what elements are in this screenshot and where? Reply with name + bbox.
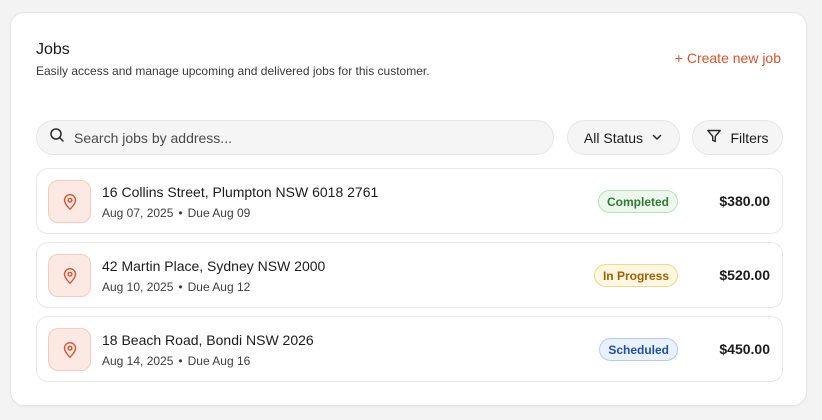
date-separator: • xyxy=(178,206,183,220)
status-badge: Scheduled xyxy=(599,338,678,361)
status-badge: Completed xyxy=(597,190,678,213)
filters-label: Filters xyxy=(730,129,769,146)
date-separator: • xyxy=(178,280,183,294)
job-amount: $450.00 xyxy=(719,341,770,357)
page-subtitle: Easily access and manage upcoming and de… xyxy=(36,64,430,78)
job-amount: $380.00 xyxy=(719,193,770,209)
job-due-date: Due Aug 16 xyxy=(187,354,251,368)
search-icon xyxy=(49,127,65,148)
filters-button[interactable]: Filters xyxy=(692,120,783,155)
map-pin-icon xyxy=(48,328,91,371)
search-input[interactable] xyxy=(74,129,514,146)
job-address: 18 Beach Road, Bondi NSW 2026 xyxy=(102,332,314,348)
status-dropdown[interactable]: All Status xyxy=(567,120,680,155)
job-row[interactable]: 18 Beach Road, Bondi NSW 2026 Aug 14, 20… xyxy=(36,316,783,382)
page-title: Jobs xyxy=(36,41,70,58)
job-due-date: Due Aug 12 xyxy=(187,280,251,294)
date-separator: • xyxy=(178,354,183,368)
create-new-job-button[interactable]: + Create new job xyxy=(675,50,781,66)
job-row[interactable]: 42 Martin Place, Sydney NSW 2000 Aug 10,… xyxy=(36,242,783,308)
job-date: Aug 10, 2025 xyxy=(102,280,174,294)
search-bar[interactable] xyxy=(36,120,554,155)
job-dates: Aug 14, 2025 • Due Aug 16 xyxy=(102,354,250,368)
job-amount: $520.00 xyxy=(719,267,770,283)
job-address: 42 Martin Place, Sydney NSW 2000 xyxy=(102,258,326,274)
job-list: 16 Collins Street, Plumpton NSW 6018 276… xyxy=(36,168,783,390)
filter-icon xyxy=(706,128,722,147)
status-dropdown-label: All Status xyxy=(583,129,644,146)
job-date: Aug 07, 2025 xyxy=(102,206,174,220)
status-badge: In Progress xyxy=(593,264,678,287)
map-pin-icon xyxy=(48,180,91,223)
job-address: 16 Collins Street, Plumpton NSW 6018 276… xyxy=(102,184,379,200)
job-row[interactable]: 16 Collins Street, Plumpton NSW 6018 276… xyxy=(36,168,783,234)
jobs-card: Jobs Easily access and manage upcoming a… xyxy=(10,12,807,406)
job-dates: Aug 10, 2025 • Due Aug 12 xyxy=(102,280,250,294)
job-dates: Aug 07, 2025 • Due Aug 09 xyxy=(102,206,250,220)
chevron-down-icon xyxy=(651,130,663,146)
job-due-date: Due Aug 09 xyxy=(187,206,251,220)
map-pin-icon xyxy=(48,254,91,297)
job-date: Aug 14, 2025 xyxy=(102,354,174,368)
